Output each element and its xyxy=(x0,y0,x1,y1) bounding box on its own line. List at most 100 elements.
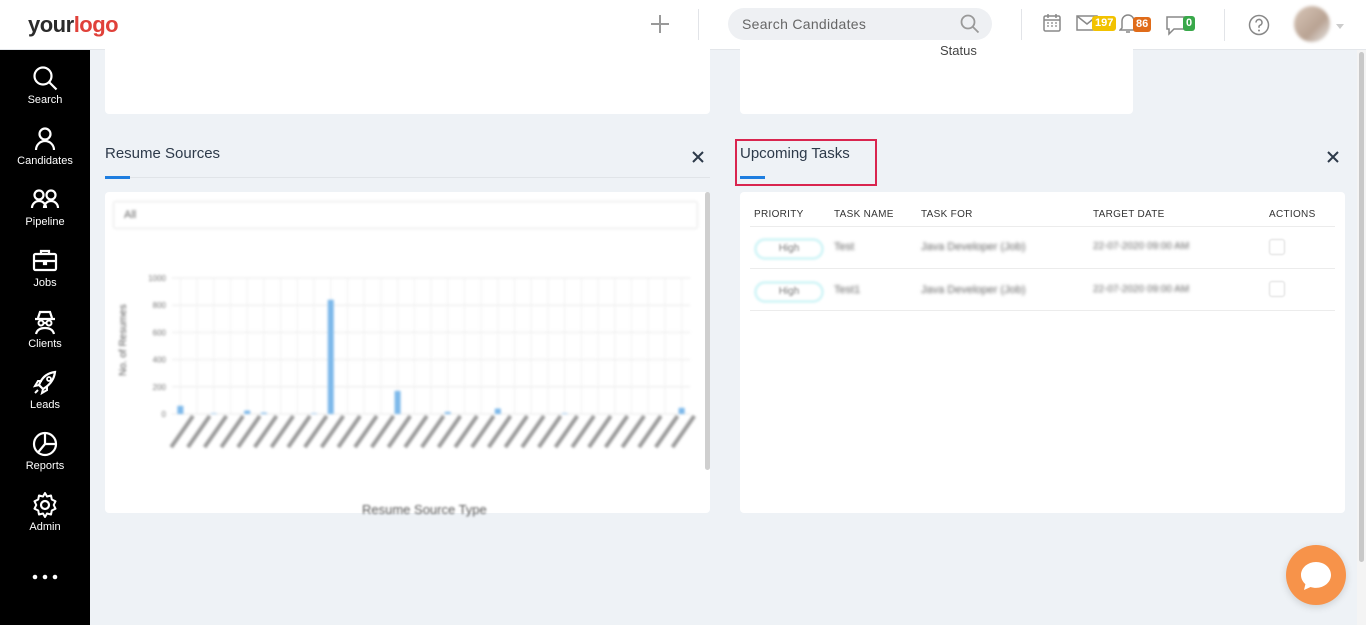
sidebar-item-leads[interactable]: Leads xyxy=(0,369,90,427)
status-axis-label: Status xyxy=(940,43,977,58)
pie-chart-icon xyxy=(32,431,58,457)
chart-bar[interactable] xyxy=(394,390,401,414)
y-tick-label: 0 xyxy=(162,410,167,419)
live-chat-button[interactable] xyxy=(1286,545,1346,605)
column-header-target-date[interactable]: TARGET DATE xyxy=(1093,209,1165,220)
chat-bubble-icon xyxy=(1301,562,1331,590)
resume-source-filter-select[interactable]: All xyxy=(113,201,698,229)
chart-grid xyxy=(172,277,690,415)
rocket-icon xyxy=(32,370,57,396)
briefcase-icon xyxy=(32,249,58,272)
chart-bar[interactable] xyxy=(678,407,685,414)
x-axis-ticks xyxy=(169,414,696,449)
y-tick-label: 200 xyxy=(153,383,167,392)
search-candidates-input[interactable] xyxy=(742,8,952,40)
page-scrollbar-thumb[interactable] xyxy=(1359,52,1364,562)
task-for-cell[interactable]: Java Developer (Job) xyxy=(921,241,1026,253)
user-avatar[interactable] xyxy=(1294,6,1330,42)
logo-logo-text: logo xyxy=(73,12,119,37)
row-action-checkbox[interactable] xyxy=(1269,239,1285,255)
y-tick-label: 1000 xyxy=(148,274,166,283)
users-group-icon xyxy=(30,189,60,209)
column-header-task-name[interactable]: TASK NAME xyxy=(834,209,894,220)
calendar-icon[interactable] xyxy=(1042,13,1062,33)
active-tab-underline xyxy=(105,176,130,179)
sidebar: Search Candidates Pipeline Jobs Clients xyxy=(0,50,90,625)
sidebar-item-clients[interactable]: Clients xyxy=(0,308,90,366)
upcoming-tasks-card xyxy=(740,192,1345,513)
chart-bar[interactable] xyxy=(177,405,184,414)
row-divider xyxy=(750,268,1335,269)
chart-bar[interactable] xyxy=(244,410,251,414)
logo-your-text: your xyxy=(28,12,74,37)
chart-bar[interactable] xyxy=(260,412,267,414)
notification-count-badge: 86 xyxy=(1133,17,1152,32)
close-icon[interactable] xyxy=(1326,150,1340,164)
gear-icon xyxy=(33,492,57,518)
sidebar-item-label: Admin xyxy=(29,521,61,533)
chart-bar[interactable] xyxy=(311,413,318,414)
sidebar-item-pipeline[interactable]: Pipeline xyxy=(0,186,90,244)
user-icon xyxy=(34,127,56,151)
more-dots-icon[interactable] xyxy=(30,572,60,582)
chart-scrollbar[interactable] xyxy=(705,192,710,470)
header-divider xyxy=(1224,9,1225,41)
filter-selected-value: All xyxy=(124,209,137,221)
column-header-actions[interactable]: ACTIONS xyxy=(1269,209,1316,220)
row-divider xyxy=(750,310,1335,311)
sidebar-item-label: Clients xyxy=(28,338,62,350)
sidebar-item-label: Pipeline xyxy=(25,216,65,228)
sidebar-item-label: Search xyxy=(27,94,63,106)
message-count-badge: 0 xyxy=(1183,16,1196,31)
target-date-cell: 22-07-2020 09:00 AM xyxy=(1093,284,1190,295)
y-tick-label: 600 xyxy=(153,328,167,337)
chart-bar[interactable] xyxy=(494,408,501,414)
chevron-down-icon[interactable] xyxy=(1336,24,1344,29)
x-axis-title: Resume Source Type xyxy=(362,502,487,517)
column-header-task-for[interactable]: TASK FOR xyxy=(921,209,973,220)
chart-bar[interactable] xyxy=(327,299,334,414)
column-header-priority[interactable]: PRIORITY xyxy=(754,209,804,220)
help-icon[interactable] xyxy=(1248,14,1270,36)
sidebar-item-label: Candidates xyxy=(17,155,73,167)
search-icon xyxy=(33,66,58,91)
sidebar-item-search[interactable]: Search xyxy=(0,64,90,122)
company-logo[interactable]: yourlogo xyxy=(28,12,119,38)
priority-badge: High xyxy=(754,281,824,303)
header-divider xyxy=(1021,9,1022,41)
y-axis-title: No. of Resumes xyxy=(118,304,129,376)
top-left-widget-card xyxy=(105,40,710,114)
header-divider xyxy=(698,9,699,41)
task-for-cell[interactable]: Java Developer (Job) xyxy=(921,284,1026,296)
y-tick-label: 400 xyxy=(153,356,167,365)
y-tick-label: 800 xyxy=(153,301,167,310)
y-axis-ticks: 0 200 400 600 800 1000 xyxy=(148,274,166,419)
target-date-cell: 22-07-2020 09:00 AM xyxy=(1093,241,1190,252)
sidebar-item-label: Reports xyxy=(25,460,65,472)
search-icon[interactable] xyxy=(960,14,980,34)
sidebar-item-admin[interactable]: Admin xyxy=(0,491,90,549)
row-action-checkbox[interactable] xyxy=(1269,281,1285,297)
chart-bar[interactable] xyxy=(444,411,451,414)
top-right-widget-card xyxy=(740,40,1133,114)
table-header-divider xyxy=(750,226,1335,227)
priority-badge: High xyxy=(754,238,824,260)
chart-bar[interactable] xyxy=(561,413,568,414)
sidebar-item-label: Leads xyxy=(30,399,60,411)
search-candidates-box[interactable] xyxy=(728,8,992,40)
task-name-cell[interactable]: Test xyxy=(834,241,854,253)
sidebar-item-reports[interactable]: Reports xyxy=(0,430,90,488)
chart-bar[interactable] xyxy=(210,413,217,414)
spy-agent-icon xyxy=(34,310,56,335)
task-name-cell[interactable]: Test1 xyxy=(834,284,860,296)
highlight-annotation-box xyxy=(735,139,877,186)
sidebar-item-candidates[interactable]: Candidates xyxy=(0,125,90,183)
add-plus-icon[interactable] xyxy=(648,12,672,36)
resume-sources-title: Resume Sources xyxy=(105,145,221,162)
sidebar-item-label: Jobs xyxy=(33,277,57,289)
mail-count-badge: 197 xyxy=(1092,16,1117,31)
close-icon[interactable] xyxy=(691,150,705,164)
sidebar-item-jobs[interactable]: Jobs xyxy=(0,247,90,305)
panel-divider xyxy=(105,177,710,178)
resume-sources-bar-chart: 0 200 400 600 800 1000 No. of Resumes xyxy=(118,274,696,449)
